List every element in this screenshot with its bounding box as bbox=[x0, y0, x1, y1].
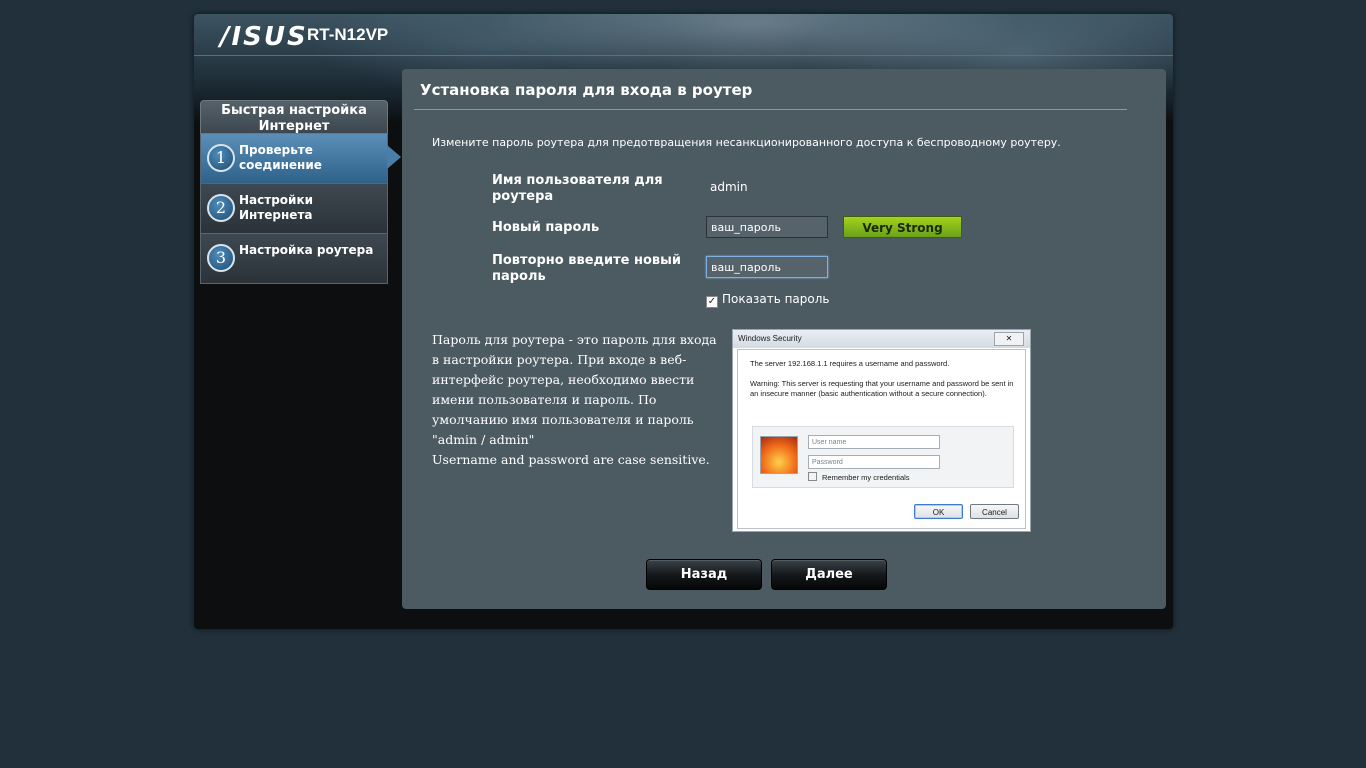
windows-security-example-image: Windows Security ✕ The server 192.168.1.… bbox=[732, 329, 1031, 532]
username-value: admin bbox=[710, 180, 748, 194]
router-frame: /ISUS RT-N12VP Быстрая настройка Интерне… bbox=[194, 14, 1173, 629]
sidebar-item-label: Настройки Интернета bbox=[239, 193, 314, 222]
username-label: Имя пользователя для роутера bbox=[492, 173, 663, 204]
sidebar-item-internet-settings[interactable]: 2 Настройки Интернета bbox=[200, 184, 388, 234]
user-avatar-icon bbox=[760, 436, 798, 474]
dialog-message: The server 192.168.1.1 requires a userna… bbox=[750, 359, 950, 368]
close-icon: ✕ bbox=[994, 332, 1024, 346]
main-panel: Установка пароля для входа в роутер Изме… bbox=[402, 69, 1166, 609]
password-info-text: Пароль для роутера - это пароль для вход… bbox=[432, 330, 722, 470]
header-divider bbox=[194, 55, 1173, 56]
dialog-ok-button: OK bbox=[914, 504, 963, 519]
show-password-checkbox[interactable]: ✓ bbox=[706, 296, 718, 308]
dialog-warning: Warning: This server is requesting that … bbox=[750, 379, 1014, 398]
confirm-password-label: Повторно введите новый пароль bbox=[492, 253, 682, 284]
show-password-row[interactable]: ✓ Показать пароль bbox=[706, 292, 829, 308]
dialog-cancel-button: Cancel bbox=[970, 504, 1019, 519]
quick-setup-sidebar: Быстрая настройка Интернет 1 Проверьте с… bbox=[200, 100, 401, 284]
model-name: RT-N12VP bbox=[307, 25, 389, 44]
sidebar-item-label: Настройка роутера bbox=[239, 243, 374, 257]
info-note: Username and password are case sensitive… bbox=[432, 452, 710, 467]
dialog-titlebar: Windows Security ✕ bbox=[733, 330, 1030, 348]
show-password-label: Показать пароль bbox=[722, 292, 830, 306]
sidebar-item-router-setup[interactable]: 3 Настройка роутера bbox=[200, 234, 388, 284]
confirm-password-input[interactable] bbox=[706, 256, 828, 278]
dialog-title: Windows Security bbox=[738, 334, 802, 343]
dialog-remember-label: Remember my credentials bbox=[822, 473, 910, 482]
asus-logo: /ISUS bbox=[220, 22, 308, 52]
dialog-password-field: Password bbox=[808, 455, 940, 469]
sidebar-title: Быстрая настройка Интернет bbox=[200, 100, 388, 134]
dialog-body: The server 192.168.1.1 requires a userna… bbox=[737, 349, 1026, 529]
title-divider bbox=[414, 109, 1127, 110]
step-3-icon: 3 bbox=[207, 244, 235, 272]
dialog-remember-row: Remember my credentials bbox=[808, 472, 910, 482]
new-password-input[interactable] bbox=[706, 216, 828, 238]
back-button[interactable]: Назад bbox=[646, 559, 762, 590]
step-1-icon: 1 bbox=[207, 144, 235, 172]
next-button[interactable]: Далее bbox=[771, 559, 887, 590]
page-description: Измените пароль роутера для предотвращен… bbox=[432, 136, 1061, 149]
dialog-username-field: User name bbox=[808, 435, 940, 449]
password-strength-indicator: Very Strong bbox=[843, 216, 962, 238]
page-title: Установка пароля для входа в роутер bbox=[420, 81, 753, 99]
checkbox-icon bbox=[808, 472, 817, 481]
step-2-icon: 2 bbox=[207, 194, 235, 222]
new-password-label: Новый пароль bbox=[492, 220, 600, 235]
credentials-box: User name Password Remember my credentia… bbox=[752, 426, 1014, 488]
info-paragraph: Пароль для роутера - это пароль для вход… bbox=[432, 332, 717, 447]
sidebar-item-label: Проверьте соединение bbox=[239, 143, 322, 172]
sidebar-item-check-connection[interactable]: 1 Проверьте соединение bbox=[200, 134, 401, 184]
